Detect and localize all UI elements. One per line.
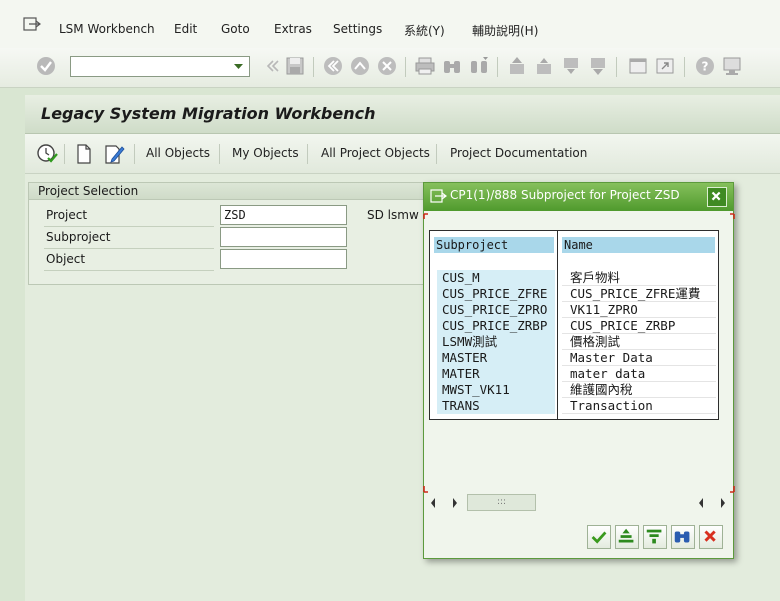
row-subproject[interactable]: CUS_M — [437, 270, 555, 286]
menu-extras[interactable]: Extras — [274, 22, 312, 36]
row-subproject[interactable]: LSMW測試 — [437, 334, 555, 350]
sort-button[interactable] — [615, 525, 639, 549]
column-header-subproject[interactable]: Subproject — [434, 237, 554, 253]
last-page-icon[interactable] — [587, 55, 609, 77]
menu-edit[interactable]: Edit — [174, 22, 197, 36]
find-button[interactable] — [671, 525, 695, 549]
command-field[interactable] — [70, 56, 250, 77]
next-page-icon[interactable] — [560, 55, 582, 77]
menu-system[interactable]: 系統(Y) — [404, 22, 445, 39]
my-objects-button[interactable]: My Objects — [232, 146, 299, 160]
menu-lsm-workbench[interactable]: LSM Workbench — [59, 22, 155, 36]
exit-icon[interactable] — [349, 55, 371, 77]
toolbar-separator — [219, 144, 220, 164]
dialog-close-button[interactable] — [707, 187, 727, 207]
group-title: Project Selection — [38, 184, 139, 198]
row-subproject[interactable]: MASTER — [437, 350, 555, 366]
toolbar-separator — [313, 57, 314, 77]
create-document-icon[interactable] — [75, 143, 93, 165]
confirm-button[interactable] — [587, 525, 611, 549]
save-icon[interactable] — [284, 55, 306, 77]
row-subproject[interactable]: MWST_VK11 — [437, 382, 555, 398]
binoculars-icon — [674, 531, 690, 543]
object-input[interactable] — [220, 249, 347, 269]
project-label: Project — [46, 208, 88, 222]
row-name[interactable]: Transaction — [567, 398, 716, 414]
toolbar-separator — [64, 144, 65, 164]
row-subproject[interactable]: CUS_PRICE_ZPRO — [437, 302, 555, 318]
check-icon — [591, 531, 607, 544]
row-name[interactable]: CUS_PRICE_ZRBP — [567, 318, 716, 334]
row-divider — [44, 248, 214, 249]
menu-settings[interactable]: Settings — [333, 22, 382, 36]
toolbar-separator — [436, 144, 437, 164]
row-subproject[interactable]: TRANS — [437, 398, 555, 414]
row-divider — [44, 270, 214, 271]
project-documentation-button[interactable]: Project Documentation — [450, 146, 587, 160]
double-left-icon — [266, 60, 279, 72]
row-divider — [44, 226, 214, 227]
row-name[interactable]: 維護國內稅 — [567, 382, 716, 398]
subproject-input[interactable] — [220, 227, 347, 247]
toolbar-separator — [616, 57, 617, 77]
row-name[interactable]: Master Data — [567, 350, 716, 366]
toolbar-separator — [684, 57, 685, 77]
first-page-icon[interactable] — [506, 55, 528, 77]
dialog-title: CP1(1)/888 Subproject for Project ZSD — [450, 188, 680, 202]
object-label: Object — [46, 252, 86, 266]
layout-menu-icon[interactable] — [721, 55, 743, 77]
project-input[interactable]: ZSD — [220, 205, 347, 225]
row-subproject[interactable]: CUS_PRICE_ZFRE — [437, 286, 555, 302]
enter-check-icon[interactable] — [35, 55, 57, 77]
close-icon — [711, 191, 721, 201]
menu-help[interactable]: 輔助說明(H) — [472, 22, 538, 39]
toolbar-separator — [307, 144, 308, 164]
row-subproject[interactable]: CUS_PRICE_ZRBP — [437, 318, 555, 334]
svg-text:?: ? — [702, 60, 709, 74]
row-divider — [562, 413, 716, 414]
column-header-name[interactable]: Name — [562, 237, 715, 253]
project-description: SD lsmw — [367, 208, 419, 222]
edit-document-icon[interactable] — [103, 143, 125, 165]
row-name[interactable]: 價格測試 — [567, 334, 716, 350]
all-objects-button[interactable]: All Objects — [146, 146, 210, 160]
chevron-down-icon[interactable] — [228, 57, 249, 76]
dialog-window-icon — [430, 189, 447, 203]
shortcut-icon[interactable] — [654, 55, 676, 77]
scrollbar-thumb[interactable]: ::: — [467, 494, 536, 511]
cancel-button[interactable] — [699, 525, 723, 549]
column-divider — [557, 231, 558, 419]
toolbar-separator — [497, 57, 498, 77]
all-project-objects-button[interactable]: All Project Objects — [321, 146, 430, 160]
find-icon[interactable] — [441, 55, 463, 77]
row-name[interactable]: mater data — [567, 366, 716, 382]
find-next-icon[interactable] — [468, 55, 490, 77]
create-session-icon[interactable] — [627, 55, 649, 77]
menu-exit-icon[interactable] — [23, 17, 41, 31]
cancel-icon[interactable] — [376, 55, 398, 77]
toolbar-separator — [405, 57, 406, 77]
row-subproject[interactable]: MATER — [437, 366, 555, 382]
filter-icon — [646, 529, 662, 544]
row-name[interactable]: 客戶物料 — [567, 270, 716, 286]
back-icon[interactable] — [322, 55, 344, 77]
help-icon[interactable]: ? — [694, 55, 716, 77]
cancel-x-icon — [704, 530, 716, 542]
print-icon[interactable] — [414, 55, 436, 77]
toolbar-separator — [134, 144, 135, 164]
page-title: Legacy System Migration Workbench — [41, 104, 376, 123]
row-name[interactable]: CUS_PRICE_ZFRE運費 — [567, 286, 716, 302]
row-name[interactable]: VK11_ZPRO — [567, 302, 716, 318]
previous-page-icon[interactable] — [533, 55, 555, 77]
filter-button[interactable] — [643, 525, 667, 549]
execute-clock-icon[interactable] — [36, 143, 58, 165]
subproject-label: Subproject — [46, 230, 111, 244]
menu-goto[interactable]: Goto — [221, 22, 250, 36]
sort-icon — [618, 528, 634, 543]
